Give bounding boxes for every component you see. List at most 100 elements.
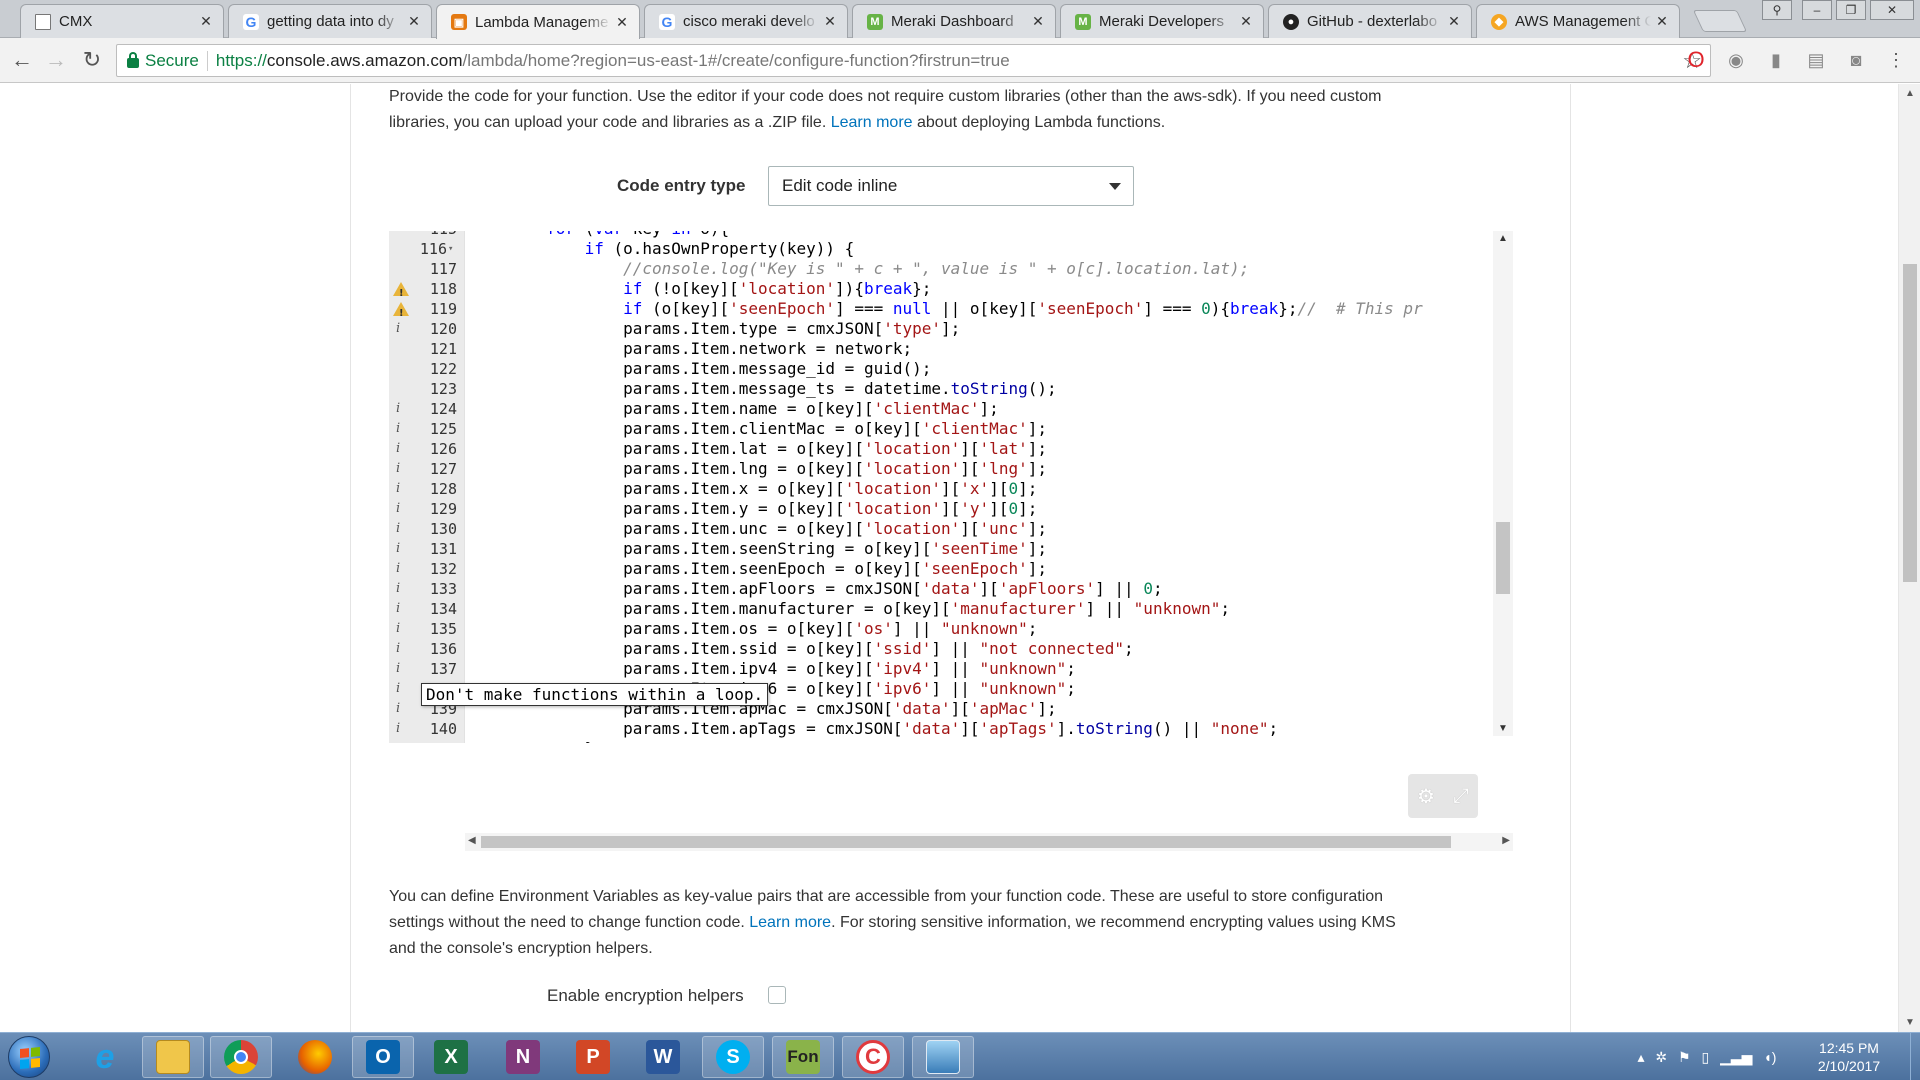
scroll-up-icon[interactable]: ▲ xyxy=(1905,88,1915,99)
learn-more-link[interactable]: Learn more xyxy=(749,914,831,931)
tab-github[interactable]: ● GitHub - dexterlabo ✕ xyxy=(1268,4,1472,38)
code-line[interactable]: 116 ▾ if (o.hasOwnProperty(key)) { xyxy=(389,239,1493,259)
code-line[interactable]: 119 if (o[key]['seenEpoch'] === null || … xyxy=(389,299,1493,324)
signal-bars-icon[interactable]: ▁▃▅ xyxy=(1720,1049,1752,1066)
page-scrollbar[interactable]: ▲ ▼ xyxy=(1898,84,1920,1032)
powerpoint-taskbar-button[interactable]: P xyxy=(562,1036,624,1078)
code-line[interactable]: i 124 params.Item.name = o[key]['clientMa… xyxy=(389,399,1493,419)
code-line[interactable]: i 134 params.Item.manufacturer = o[key]['… xyxy=(389,599,1493,619)
excel-taskbar-button[interactable]: X xyxy=(420,1036,482,1078)
speaker-icon[interactable]: ◖) xyxy=(1763,1049,1776,1065)
code-line[interactable]: 123 params.Item.message_ts = datetime.to… xyxy=(389,379,1493,399)
citrix-taskbar-button[interactable]: C xyxy=(842,1036,904,1078)
tab-aws-management[interactable]: ◆ AWS Management C ✕ xyxy=(1476,4,1680,38)
gear-icon[interactable]: ⚙ xyxy=(1417,784,1435,809)
close-icon[interactable]: ✕ xyxy=(1655,13,1669,30)
start-button[interactable] xyxy=(8,1036,50,1078)
code-line[interactable]: i 136 params.Item.ssid = o[key]['ssid'] |… xyxy=(389,639,1493,659)
code-lines[interactable]: 115 for (var key in o){116▾ if (o.hasOwn… xyxy=(389,231,1493,743)
opera-extension-icon[interactable]: O xyxy=(1684,48,1708,72)
close-icon[interactable]: ✕ xyxy=(823,13,837,30)
show-desktop-button[interactable] xyxy=(1910,1033,1920,1080)
scroll-thumb[interactable] xyxy=(1496,522,1510,594)
skype-taskbar-button[interactable]: S xyxy=(702,1036,764,1078)
editor-vertical-scrollbar[interactable]: ▲ ▼ xyxy=(1493,231,1513,736)
tab-cisco-meraki[interactable]: G cisco meraki develo ✕ xyxy=(644,4,848,38)
code-editor[interactable]: 115 for (var key in o){116▾ if (o.hasOwn… xyxy=(389,231,1513,743)
scroll-left-icon[interactable]: ◀ xyxy=(468,835,476,846)
code-line[interactable]: i 133 params.Item.apFloors = cmxJSON['dat… xyxy=(389,579,1493,599)
code-line[interactable]: i 125 params.Item.clientMac = o[key]['cli… xyxy=(389,419,1493,439)
photo-viewer-taskbar-button[interactable] xyxy=(912,1036,974,1078)
extension-icon[interactable]: ▮ xyxy=(1764,48,1788,72)
extension-icon[interactable]: ▤ xyxy=(1804,48,1828,72)
scroll-thumb[interactable] xyxy=(481,836,1451,848)
code-line[interactable]: i 132 params.Item.seenEpoch = o[key]['see… xyxy=(389,559,1493,579)
scroll-up-icon[interactable]: ▲ xyxy=(1498,233,1508,244)
scroll-down-icon[interactable]: ▼ xyxy=(1498,723,1508,734)
fon-taskbar-button[interactable]: Fon xyxy=(772,1036,834,1078)
internet-explorer-taskbar-button[interactable]: e xyxy=(74,1036,136,1078)
tab-lambda-management[interactable]: ▣ Lambda Manageme ✕ xyxy=(436,4,640,39)
code-line[interactable]: 141 } xyxy=(389,739,1493,743)
camera-icon[interactable]: ◙ xyxy=(1844,48,1868,72)
code-line[interactable]: 121 params.Item.network = network; xyxy=(389,339,1493,359)
extension-icon[interactable]: ◉ xyxy=(1724,48,1748,72)
code-line[interactable]: i 135 params.Item.os = o[key]['os'] || "u… xyxy=(389,619,1493,639)
menu-kebab-icon[interactable]: ⋮ xyxy=(1884,48,1908,72)
restore-button[interactable]: ❐ xyxy=(1836,0,1866,20)
scroll-down-icon[interactable]: ▼ xyxy=(1905,1017,1915,1028)
code-line[interactable]: 122 params.Item.message_id = guid(); xyxy=(389,359,1493,379)
fullscreen-icon[interactable]: ⤢ xyxy=(1453,785,1469,808)
code-line[interactable]: i 120 params.Item.type = cmxJSON['type']; xyxy=(389,319,1493,339)
back-arrow-icon[interactable]: ← xyxy=(8,46,36,74)
close-icon[interactable]: ✕ xyxy=(407,13,421,30)
code-line[interactable]: 115 for (var key in o){ xyxy=(389,231,1493,239)
code-entry-type-select[interactable]: Edit code inline xyxy=(768,166,1134,206)
tab-getting-data[interactable]: G getting data into dy ✕ xyxy=(228,4,432,38)
close-icon[interactable]: ✕ xyxy=(199,13,213,30)
address-bar[interactable]: Secure https://console.aws.amazon.com/la… xyxy=(116,44,1711,77)
lock-icon xyxy=(127,51,139,68)
code-line[interactable]: i 127 params.Item.lng = o[key]['location'… xyxy=(389,459,1493,479)
encryption-helpers-checkbox[interactable] xyxy=(768,986,786,1004)
device-icon[interactable]: ▯ xyxy=(1702,1049,1710,1066)
code-line[interactable]: i 137 params.Item.ipv4 = o[key]['ipv4'] |… xyxy=(389,659,1493,679)
code-line[interactable]: i 129 params.Item.y = o[key]['location'][… xyxy=(389,499,1493,519)
outlook-taskbar-button[interactable]: O xyxy=(352,1036,414,1078)
code-line[interactable]: i 126 params.Item.lat = o[key]['location'… xyxy=(389,439,1493,459)
tab-cmx[interactable]: CMX ✕ xyxy=(20,4,224,38)
fold-toggle-icon[interactable]: ▾ xyxy=(448,239,453,259)
file-explorer-taskbar-button[interactable] xyxy=(142,1036,204,1078)
chrome-taskbar-button[interactable] xyxy=(210,1036,272,1078)
onenote-taskbar-button[interactable]: N xyxy=(492,1036,554,1078)
code-line[interactable]: i 128 params.Item.x = o[key]['location'][… xyxy=(389,479,1493,499)
clock[interactable]: 12:45 PM 2/10/2017 xyxy=(1790,1039,1908,1075)
word-taskbar-button[interactable]: W xyxy=(632,1036,694,1078)
close-window-button[interactable]: ✕ xyxy=(1870,0,1914,20)
code-line[interactable]: 117 //console.log("Key is " + c + ", val… xyxy=(389,259,1493,279)
close-icon[interactable]: ✕ xyxy=(615,14,629,31)
firefox-taskbar-button[interactable] xyxy=(284,1036,346,1078)
scroll-right-icon[interactable]: ▶ xyxy=(1502,835,1510,846)
new-tab-button[interactable] xyxy=(1692,10,1748,32)
flag-icon[interactable]: ⚑ xyxy=(1678,1049,1691,1066)
code-line[interactable]: 118 if (!o[key]['location']){break}; xyxy=(389,279,1493,304)
tab-meraki-dashboard[interactable]: M Meraki Dashboard ✕ xyxy=(852,4,1056,38)
reload-icon[interactable]: ↻ xyxy=(78,46,106,74)
editor-horizontal-scrollbar[interactable]: ◀ ▶ xyxy=(465,833,1513,851)
close-icon[interactable]: ✕ xyxy=(1239,13,1253,30)
forward-arrow-icon[interactable]: → xyxy=(42,46,70,74)
close-icon[interactable]: ✕ xyxy=(1447,13,1461,30)
profile-icon[interactable]: ⚲ xyxy=(1762,0,1792,20)
tab-meraki-developers[interactable]: M Meraki Developers ✕ xyxy=(1060,4,1264,38)
network-gear-icon[interactable]: ✲ xyxy=(1655,1049,1667,1066)
code-line[interactable]: i 131 params.Item.seenString = o[key]['se… xyxy=(389,539,1493,559)
code-line[interactable]: i 140 params.Item.apTags = cmxJSON['data'… xyxy=(389,719,1493,739)
learn-more-link[interactable]: Learn more xyxy=(831,114,913,131)
code-line[interactable]: i 130 params.Item.unc = o[key]['location'… xyxy=(389,519,1493,539)
close-icon[interactable]: ✕ xyxy=(1031,13,1045,30)
minimize-button[interactable]: – xyxy=(1802,0,1832,20)
scroll-thumb[interactable] xyxy=(1903,264,1917,582)
chevron-up-icon[interactable]: ▴ xyxy=(1637,1049,1644,1066)
